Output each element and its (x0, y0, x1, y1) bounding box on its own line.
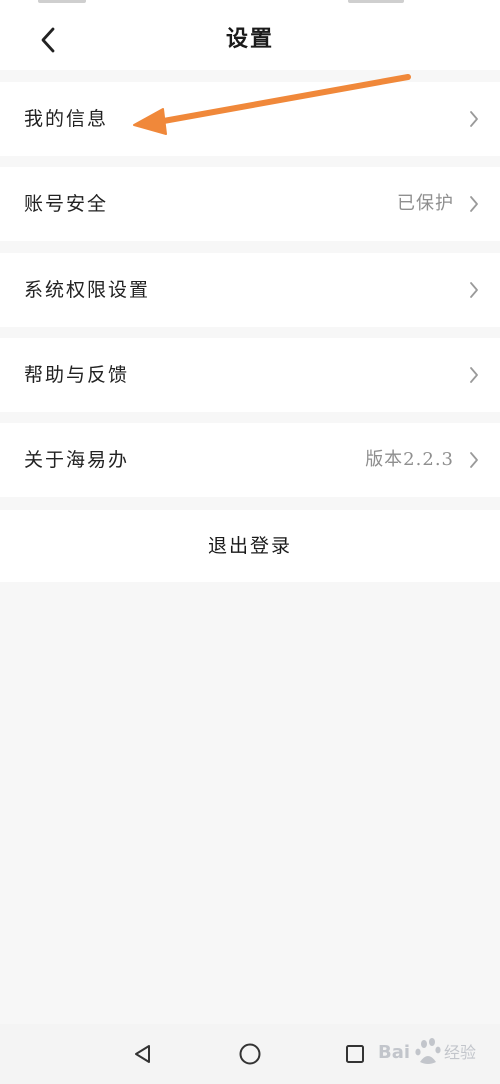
security-status-value: 已保护 (397, 193, 454, 214)
nav-back-button[interactable] (128, 1039, 158, 1069)
chevron-right-icon (470, 196, 478, 212)
settings-row-account-security[interactable]: 账号安全 已保护 (0, 167, 500, 241)
settings-row-label: 系统权限设置 (24, 279, 151, 301)
settings-row-system-permissions[interactable]: 系统权限设置 (0, 253, 500, 327)
page-title: 设置 (225, 26, 274, 52)
header-bar: 设置 (0, 8, 500, 70)
baidu-jingyan-watermark: Bai 经验 (378, 1030, 496, 1074)
svg-text:Bai: Bai (378, 1042, 410, 1063)
status-bar (0, 0, 500, 8)
settings-row-label: 账号安全 (24, 193, 109, 215)
settings-row-label: 关于海易办 (24, 449, 130, 471)
settings-row-help-feedback[interactable]: 帮助与反馈 (0, 338, 500, 412)
logout-button[interactable]: 退出登录 (0, 510, 500, 582)
triangle-back-icon (135, 1045, 150, 1063)
settings-row-label: 我的信息 (24, 108, 109, 130)
chevron-right-icon (470, 367, 478, 383)
settings-row-label: 帮助与反馈 (24, 364, 130, 386)
settings-row-about[interactable]: 关于海易办 版本2.2.3 (0, 423, 500, 497)
baidu-paw-logo: Bai 经验 (378, 1038, 476, 1064)
nav-recents-button[interactable] (340, 1039, 370, 1069)
status-bar-fragment (348, 0, 404, 3)
chevron-right-icon (470, 282, 478, 298)
chevron-right-icon (470, 452, 478, 468)
version-value: 版本2.2.3 (365, 449, 454, 470)
chevron-right-icon (470, 111, 478, 127)
square-recents-icon (346, 1045, 364, 1063)
logout-label: 退出登录 (207, 535, 292, 557)
settings-row-my-info[interactable]: 我的信息 (0, 82, 500, 156)
nav-home-button[interactable] (235, 1039, 265, 1069)
status-bar-fragment (38, 0, 86, 3)
circle-home-icon (239, 1043, 261, 1065)
svg-text:经验: 经验 (444, 1043, 476, 1062)
